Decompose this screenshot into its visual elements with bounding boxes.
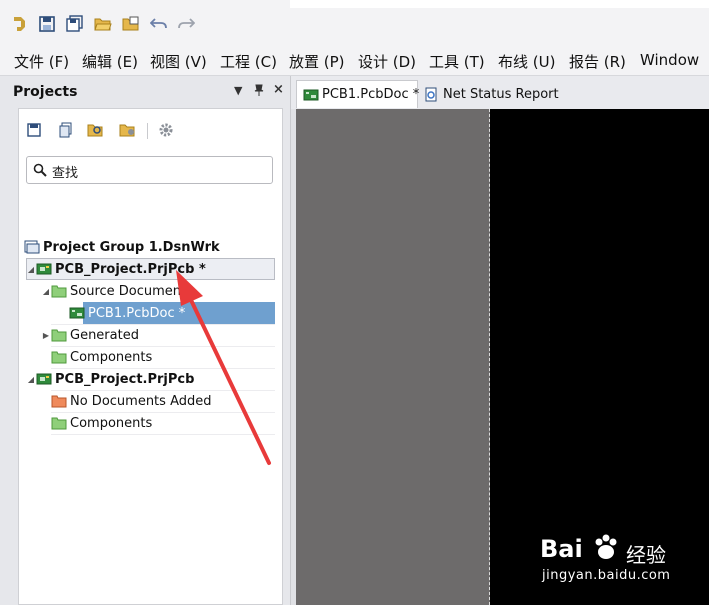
paw-icon (590, 532, 622, 568)
watermark-url: jingyan.baidu.com (542, 568, 671, 583)
baidu-watermark: Bai 经验 jingyan.baidu.com (540, 530, 690, 590)
watermark-brand: Bai (540, 535, 583, 563)
annotation-arrow (176, 270, 271, 465)
watermark-brand-suffix: 经验 (626, 543, 666, 567)
